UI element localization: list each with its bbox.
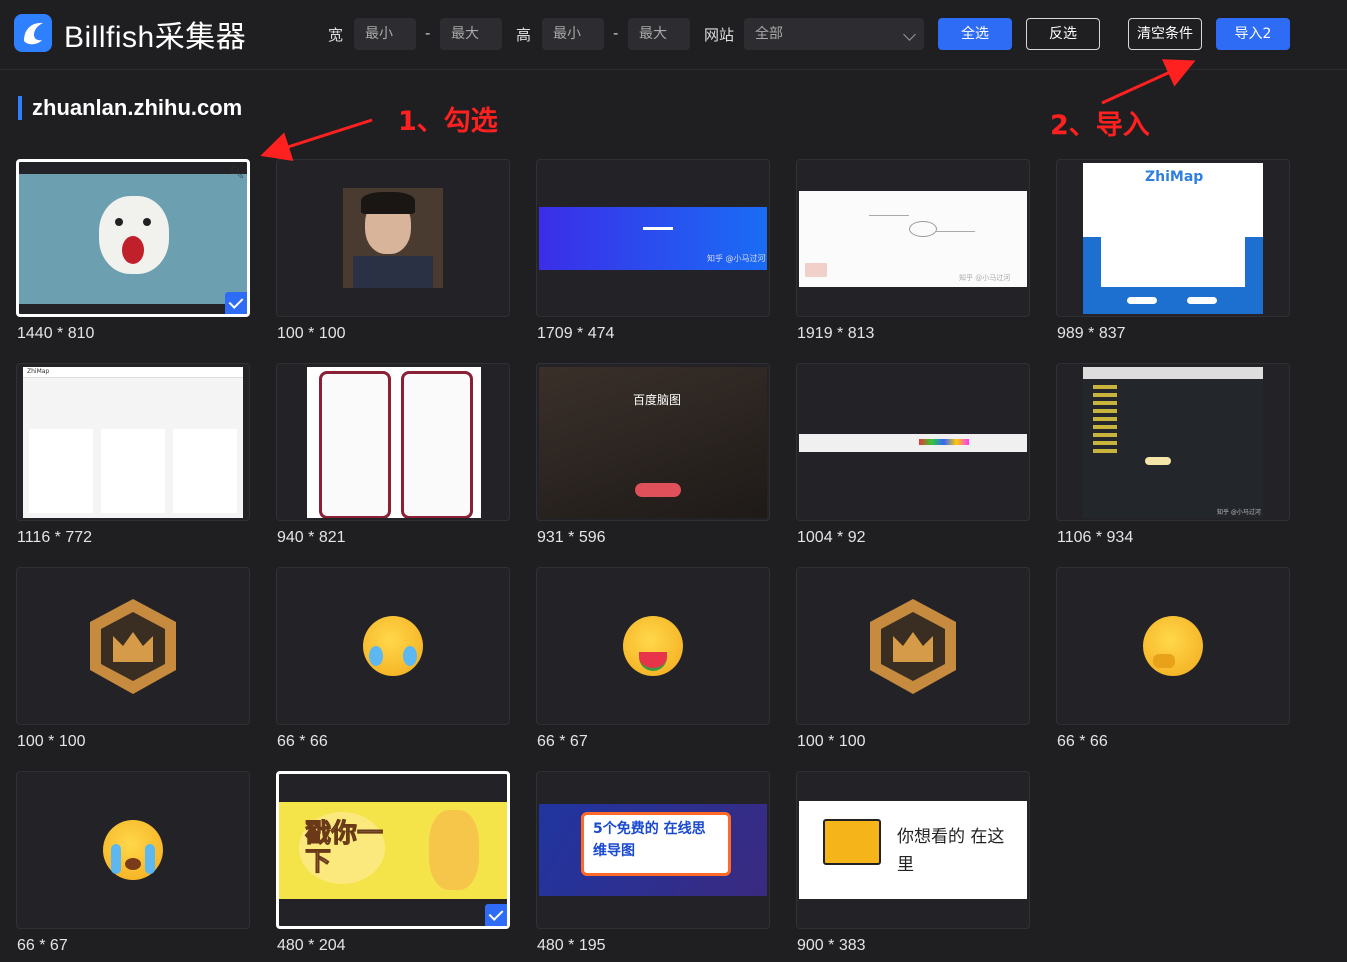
image-card[interactable] <box>536 567 770 725</box>
laughing-tears-emoji-icon <box>363 616 423 676</box>
image-card[interactable]: 知乎 @小马过河 <box>1056 363 1290 521</box>
image-dimension: 931 * 596 <box>537 529 606 546</box>
image-dimension: 1440 * 810 <box>17 325 95 342</box>
thumbnail-free-mindmaps: 5个免费的 在线思维导图 <box>539 804 767 896</box>
site-select-value: 全部 <box>755 26 783 42</box>
thumbnail-zhimap: ZhiMap <box>1083 163 1263 314</box>
thumbnail-portrait <box>343 188 443 288</box>
crown-badge-icon <box>870 599 956 694</box>
invert-selection-button[interactable]: 反选 <box>1026 18 1100 50</box>
image-dimension: 940 * 821 <box>277 529 346 546</box>
image-dimension: 1106 * 934 <box>1057 529 1134 546</box>
image-dimension: 66 * 66 <box>1057 733 1108 750</box>
image-card[interactable] <box>16 771 250 929</box>
image-dimension: 100 * 100 <box>277 325 346 342</box>
width-max-input[interactable]: 最大 <box>440 18 502 50</box>
image-dimension: 1116 * 772 <box>17 529 93 546</box>
width-min-input[interactable]: 最小 <box>354 18 416 50</box>
annotation-step1: 1、勾选 <box>398 106 498 137</box>
top-bar: Billfish采集器 宽 最小 - 最大 高 最小 - 最大 网站 全部 全选… <box>0 0 1347 70</box>
selected-check-icon[interactable] <box>225 292 247 314</box>
thumbnail-watermark: 知乎 @小马过河 <box>959 274 1011 282</box>
crying-emoji-icon <box>103 820 163 880</box>
image-dimension: 100 * 100 <box>17 733 86 750</box>
image-dimension: 100 * 100 <box>797 733 866 750</box>
thumbnail-title: 百度脑图 <box>633 393 682 407</box>
image-card[interactable]: 5个免费的 在线思维导图 <box>536 771 770 929</box>
selected-check-icon[interactable] <box>485 904 507 926</box>
image-card[interactable]: 你想看的 在这里 <box>796 771 1030 929</box>
thumbnail-title: 5个免费的 在线思维导图 <box>593 821 706 859</box>
image-dimension: 989 * 837 <box>1057 325 1126 342</box>
width-label: 宽 <box>328 26 344 44</box>
annotation-step2: 2、导入 <box>1050 110 1150 141</box>
thumbnail-title: 你想看的 在这里 <box>897 827 1005 875</box>
image-card[interactable]: 🔍︎ <box>16 159 250 317</box>
thumbnail-dark-mindmap: 知乎 @小马过河 <box>1083 367 1263 518</box>
import-button[interactable]: 导入2 <box>1216 18 1290 50</box>
thumbnail-toolbar <box>799 434 1027 452</box>
image-dimension: 1709 * 474 <box>537 325 615 342</box>
image-card[interactable]: 百度脑图 <box>536 363 770 521</box>
image-card[interactable]: 知乎 @小马过河 <box>536 159 770 317</box>
width-range-dash: - <box>425 24 431 42</box>
thumbnail-phones <box>307 367 481 518</box>
height-max-input[interactable]: 最大 <box>628 18 690 50</box>
site-title: zhuanlan.zhihu.com <box>18 96 242 120</box>
select-all-button[interactable]: 全选 <box>938 18 1012 50</box>
billfish-logo-icon <box>14 14 52 52</box>
arrow-to-first-image <box>260 118 373 161</box>
image-card[interactable] <box>276 159 510 317</box>
image-dimension: 1919 * 813 <box>797 325 875 342</box>
site-label: 网站 <box>704 26 735 44</box>
crown-badge-icon <box>90 599 176 694</box>
image-dimension: 66 * 67 <box>17 937 68 954</box>
app-title: Billfish采集器 <box>64 21 247 54</box>
height-min-input[interactable]: 最小 <box>542 18 604 50</box>
thumbnail-watermark: 知乎 @小马过河 <box>707 254 766 263</box>
image-card[interactable] <box>1056 567 1290 725</box>
image-dimension: 1004 * 92 <box>797 529 866 546</box>
thumbnail-title: ZhiMap <box>27 368 50 375</box>
zoom-icon[interactable]: 🔍︎ <box>229 165 244 179</box>
image-card[interactable]: ZhiMap <box>1056 159 1290 317</box>
thumbnail-poke-you: 戳你一下 <box>279 802 507 899</box>
image-dimension: 66 * 67 <box>537 733 588 750</box>
image-card[interactable] <box>276 567 510 725</box>
image-dimension: 480 * 204 <box>277 937 346 954</box>
thumbnail-banner: 知乎 @小马过河 <box>539 207 767 270</box>
image-dimension: 480 * 195 <box>537 937 606 954</box>
clear-filters-button[interactable]: 清空条件 <box>1128 18 1202 50</box>
watermelon-eating-emoji-icon <box>623 616 683 676</box>
image-card[interactable] <box>16 567 250 725</box>
image-dimension: 66 * 66 <box>277 733 328 750</box>
height-range-dash: - <box>613 24 619 42</box>
thumbnail-title: ZhiMap <box>1145 169 1204 185</box>
thumbnail-folder: 你想看的 在这里 <box>799 801 1027 899</box>
image-card[interactable] <box>796 567 1030 725</box>
image-card[interactable]: ZhiMap <box>16 363 250 521</box>
site-select[interactable]: 全部 <box>744 18 924 50</box>
image-card[interactable] <box>276 363 510 521</box>
image-dimension: 900 * 383 <box>797 937 866 954</box>
thumbnail-zhimap-templates: ZhiMap <box>23 367 243 518</box>
thumbnail-mindmap: 知乎 @小马过河 <box>799 191 1027 287</box>
height-label: 高 <box>516 26 532 44</box>
image-card[interactable]: 知乎 @小马过河 <box>796 159 1030 317</box>
thumbnail-poro <box>19 174 247 304</box>
thumbnail-watermark: 知乎 @小马过河 <box>1217 509 1261 516</box>
thumbnail-title: 戳你一下 <box>305 819 384 877</box>
thinking-emoji-icon <box>1143 616 1203 676</box>
thumbnail-baidu-mindmap: 百度脑图 <box>539 367 767 518</box>
image-card[interactable] <box>796 363 1030 521</box>
chevron-down-icon <box>903 28 916 41</box>
image-card[interactable]: 戳你一下 <box>276 771 510 929</box>
